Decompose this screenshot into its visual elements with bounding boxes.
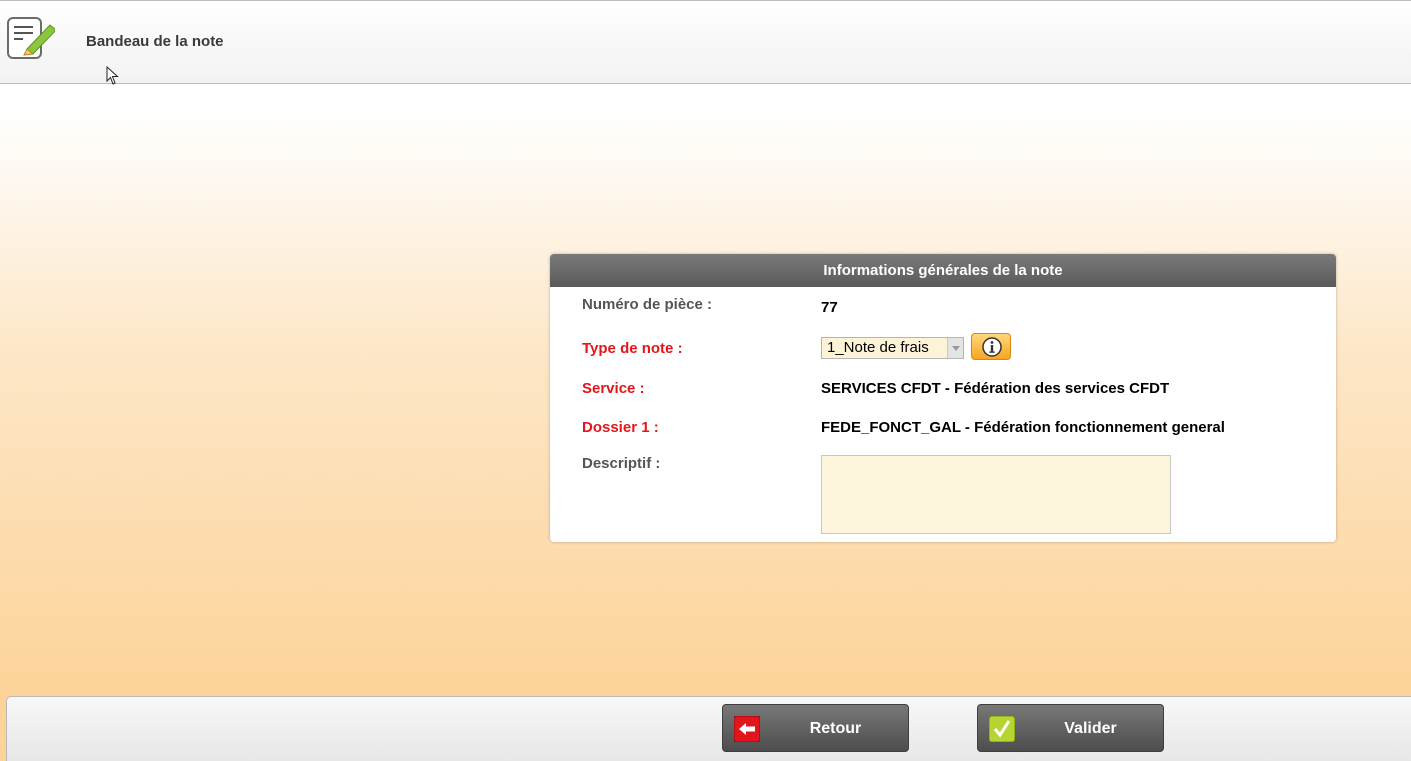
type-note-label: Type de note : <box>582 340 683 357</box>
dossier-value: FEDE_FONCT_GAL - Fédération fonctionneme… <box>821 419 1225 436</box>
retour-label: Retour <box>809 720 862 737</box>
edit-note-icon[interactable] <box>5 15 57 63</box>
chevron-down-icon[interactable] <box>947 338 963 358</box>
valider-label: Valider <box>1064 720 1117 737</box>
valider-button[interactable]: Valider <box>977 704 1164 752</box>
general-info-panel: Informations générales de la note Numéro… <box>550 254 1336 542</box>
type-note-selected: 1_Note de frais <box>827 339 929 356</box>
descriptif-label: Descriptif : <box>582 455 661 472</box>
bottom-toolbar <box>6 696 1411 761</box>
panel-title: Informations générales de la note <box>550 254 1336 287</box>
type-note-select[interactable]: 1_Note de frais <box>821 337 964 359</box>
numero-value: 77 <box>821 299 838 316</box>
type-note-info-button[interactable] <box>971 333 1011 360</box>
back-arrow-icon <box>733 715 761 743</box>
numero-label: Numéro de pièce : <box>582 296 713 313</box>
top-banner: Bandeau de la note <box>0 0 1411 84</box>
service-value: SERVICES CFDT - Fédération des services … <box>821 380 1170 397</box>
page-title: Bandeau de la note <box>86 33 224 50</box>
checkmark-icon <box>988 715 1016 743</box>
mouse-cursor-icon <box>106 65 120 86</box>
service-label: Service : <box>582 380 645 397</box>
retour-button[interactable]: Retour <box>722 704 909 752</box>
dossier-label: Dossier 1 : <box>582 419 659 436</box>
descriptif-textarea[interactable] <box>821 455 1171 534</box>
